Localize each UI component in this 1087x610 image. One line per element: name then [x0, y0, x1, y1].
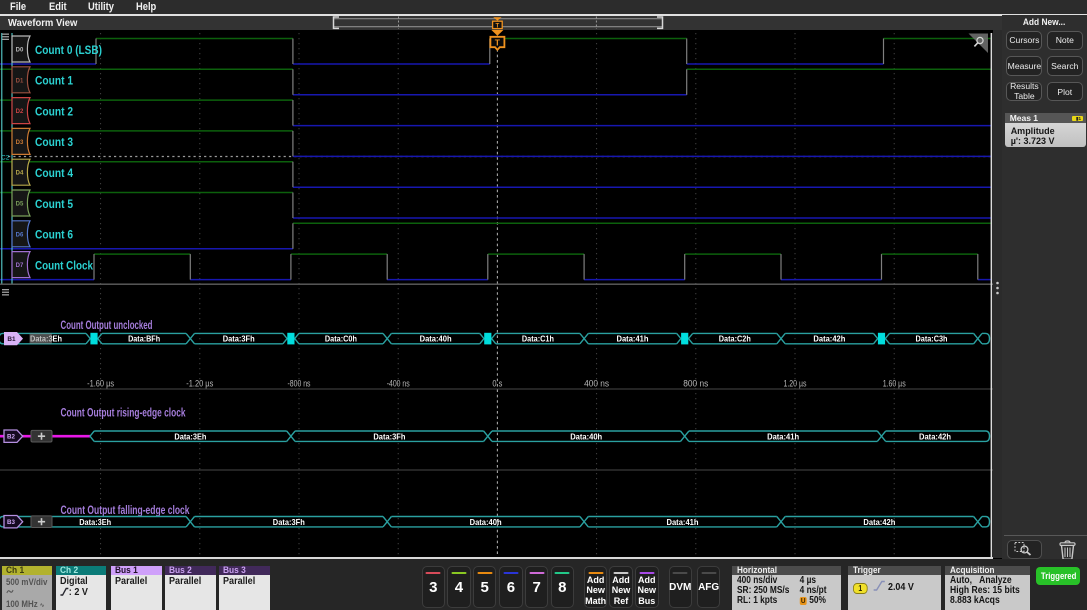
svg-text:B2: B2 [7, 434, 15, 441]
svg-text:D7: D7 [16, 263, 24, 269]
svg-text:D1: D1 [16, 78, 24, 84]
svg-text:Data:C3h: Data:C3h [916, 334, 948, 344]
svg-text:Count 0 (LSB): Count 0 (LSB) [35, 43, 102, 57]
svg-text:T: T [495, 38, 501, 48]
svg-text:800 ns: 800 ns [683, 378, 709, 388]
svg-text:Count Output rising-edge clock: Count Output rising-edge clock [61, 406, 186, 420]
svg-text:0 s: 0 s [492, 378, 502, 388]
svg-text:Count 4: Count 4 [35, 166, 73, 180]
svg-text:Data:41h: Data:41h [617, 334, 649, 344]
svg-text:1.60 µs: 1.60 µs [883, 378, 906, 388]
svg-text:Count 3: Count 3 [35, 135, 73, 149]
svg-text:T: T [496, 23, 500, 30]
svg-text:-400 ns: -400 ns [387, 378, 410, 388]
svg-text:Data:3Fh: Data:3Fh [273, 517, 305, 527]
svg-text:Count 6: Count 6 [35, 228, 73, 242]
svg-text:Data:41h: Data:41h [767, 431, 799, 441]
svg-text:Count 5: Count 5 [35, 197, 73, 211]
svg-text:Data:C2h: Data:C2h [719, 334, 751, 344]
svg-text:Data:42h: Data:42h [919, 431, 951, 441]
svg-text:Data:42h: Data:42h [863, 517, 895, 527]
svg-text:B1: B1 [7, 336, 16, 343]
svg-text:Count 2: Count 2 [35, 104, 73, 118]
svg-text:Data:3Eh: Data:3Eh [79, 517, 111, 527]
svg-text:400 ns: 400 ns [584, 378, 610, 388]
svg-text:D0: D0 [16, 48, 24, 54]
svg-text:Count Clock: Count Clock [35, 258, 93, 272]
svg-text:D4: D4 [16, 171, 24, 177]
svg-text:Count Output falling-edge cloc: Count Output falling-edge clock [61, 503, 190, 517]
svg-text:Data:C1h: Data:C1h [522, 334, 554, 344]
svg-text:Data:3Eh: Data:3Eh [174, 431, 206, 441]
svg-text:Data:42h: Data:42h [813, 334, 845, 344]
svg-text:Data:BFh: Data:BFh [128, 334, 160, 344]
svg-text:Data:40h: Data:40h [470, 517, 502, 527]
svg-text:B3: B3 [7, 519, 15, 526]
svg-text:1.20 µs: 1.20 µs [784, 378, 807, 388]
svg-text:Data:C0h: Data:C0h [325, 334, 357, 344]
svg-text:-1.20 µs: -1.20 µs [186, 378, 214, 388]
svg-text:-1.60 µs: -1.60 µs [87, 378, 115, 388]
svg-text:Data:40h: Data:40h [570, 431, 602, 441]
svg-text:Data:3Fh: Data:3Fh [373, 431, 405, 441]
svg-text:D6: D6 [16, 232, 24, 238]
svg-text:Data:41h: Data:41h [667, 517, 699, 527]
svg-text:Count Output unclocked: Count Output unclocked [61, 318, 153, 332]
svg-text:D2: D2 [16, 109, 24, 115]
svg-text:Data:40h: Data:40h [420, 334, 452, 344]
svg-text:Data:3Fh: Data:3Fh [223, 334, 255, 344]
svg-text:D3: D3 [16, 140, 24, 146]
svg-text:D5: D5 [16, 202, 24, 208]
svg-text:Count 1: Count 1 [35, 74, 73, 88]
svg-text:-800 ns: -800 ns [288, 378, 311, 388]
